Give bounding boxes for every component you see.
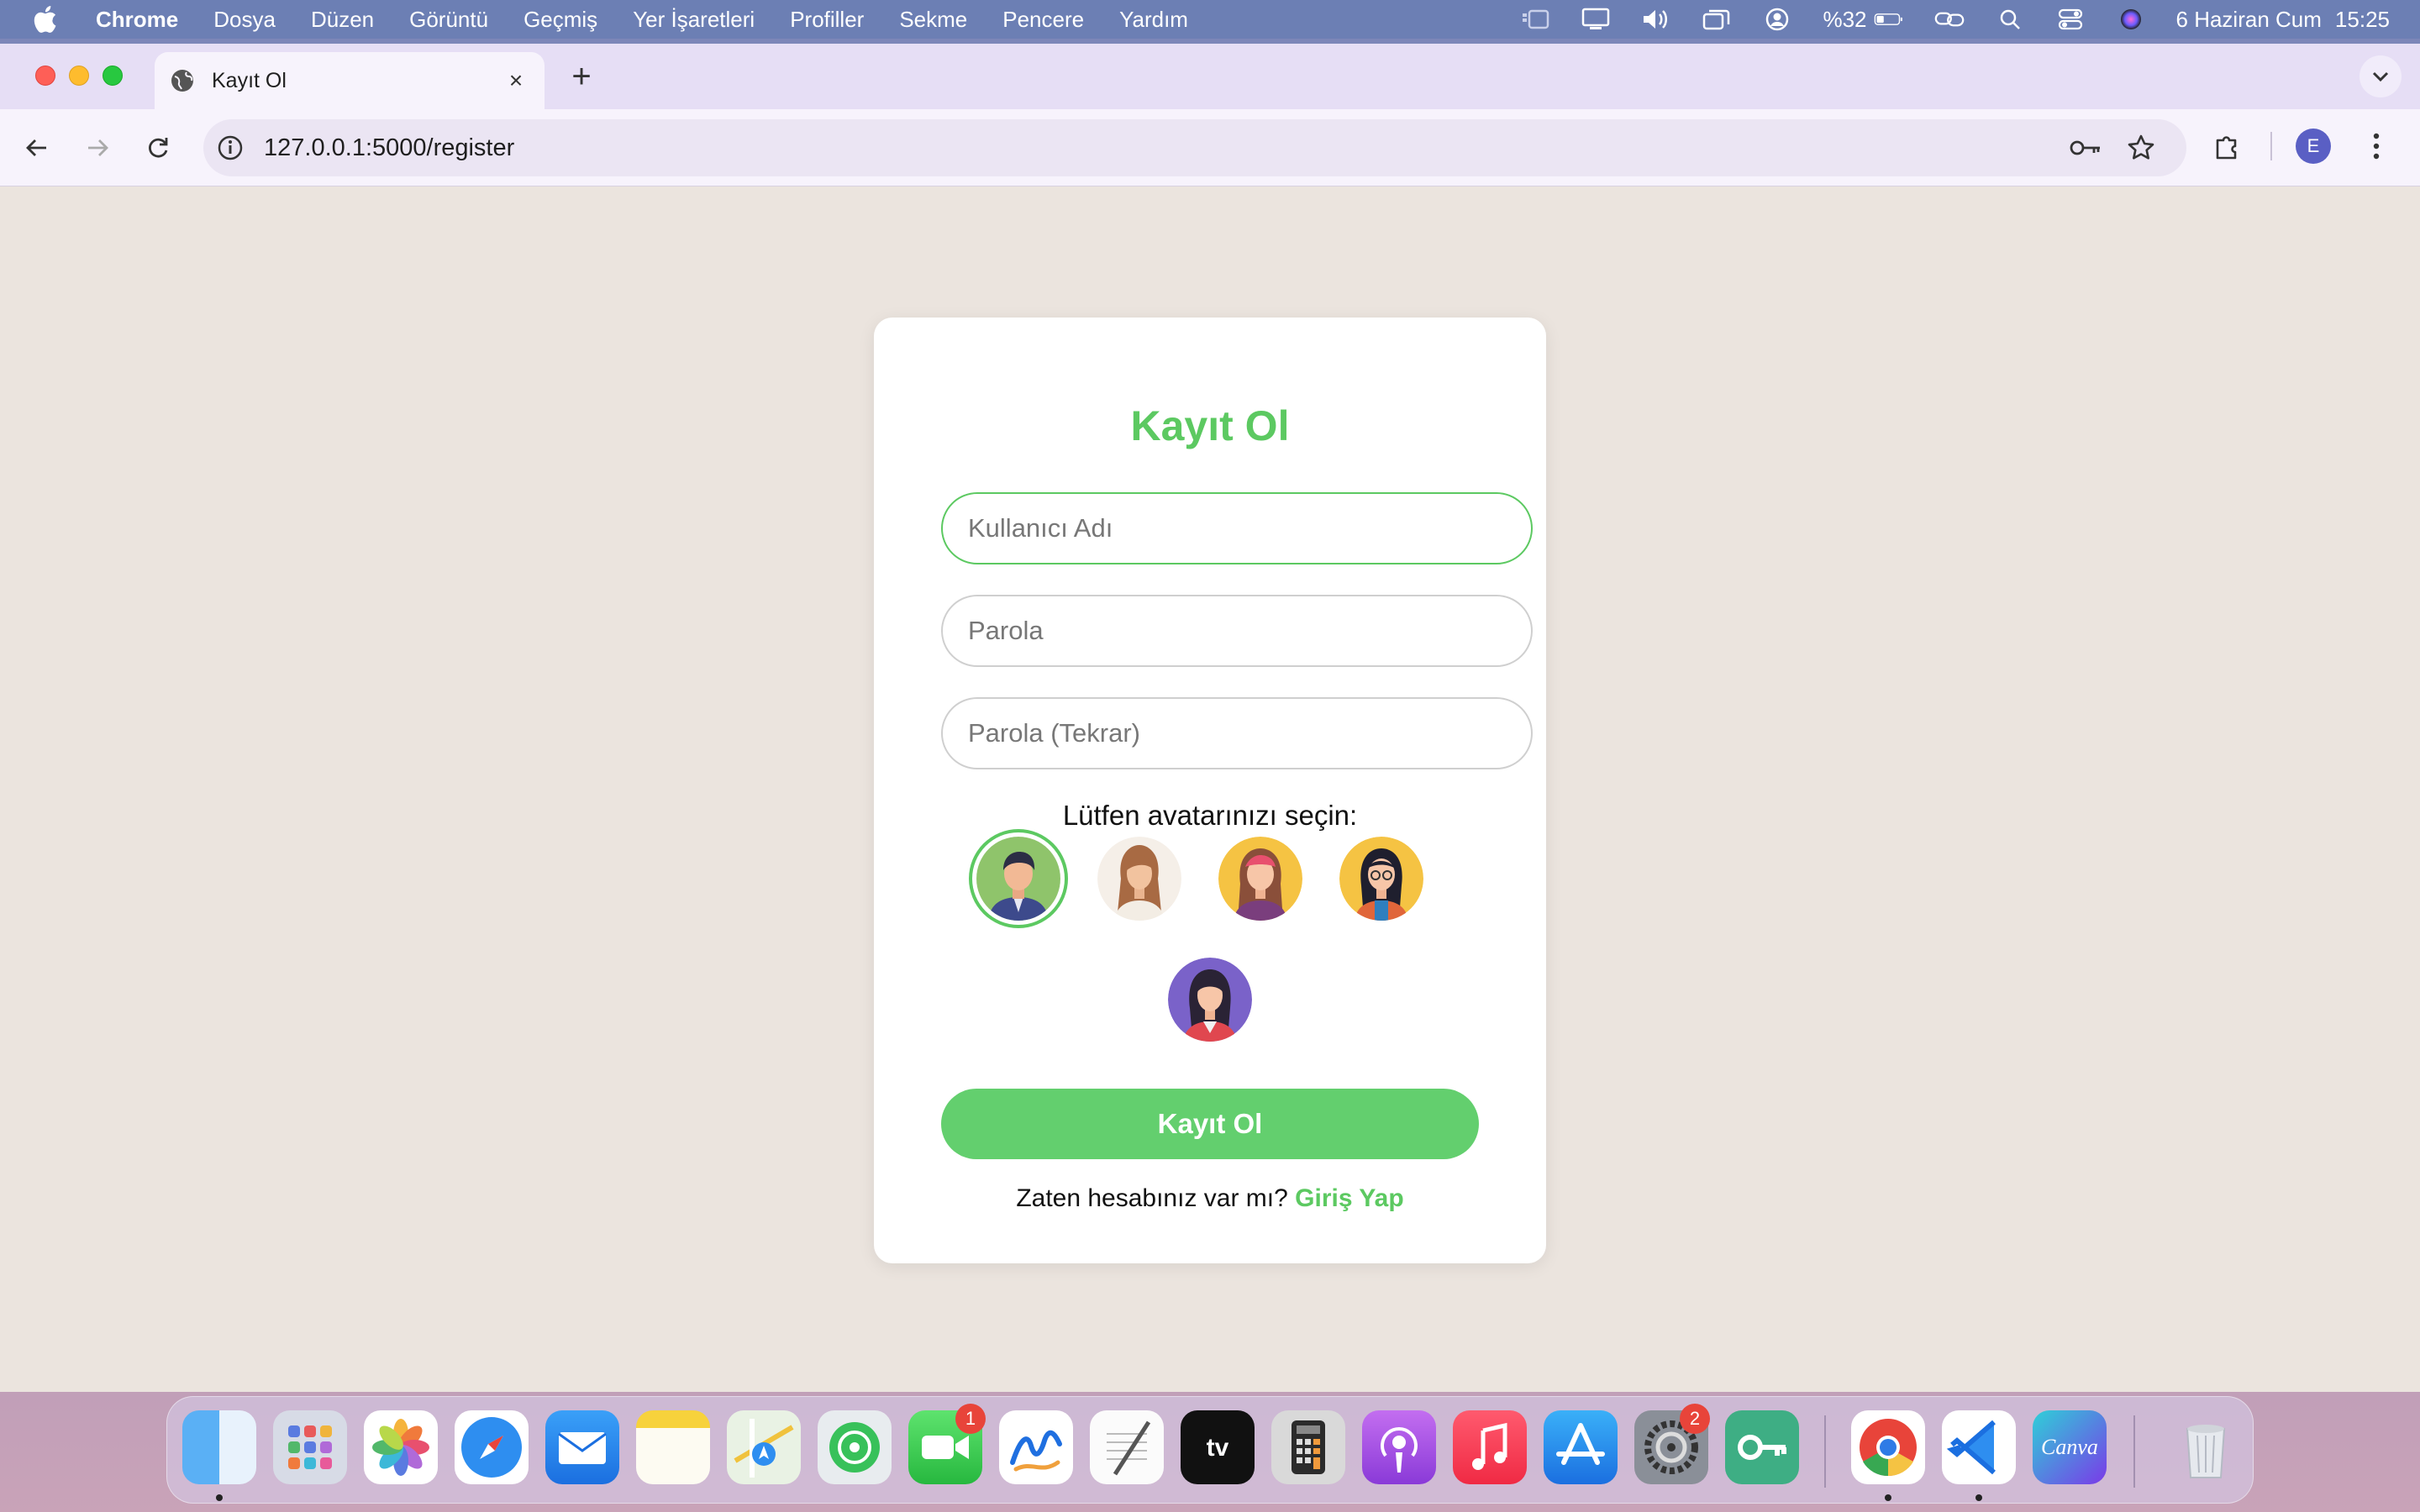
- display-icon[interactable]: [1581, 8, 1611, 31]
- user-account-icon[interactable]: [1762, 8, 1792, 31]
- avatar-option-1[interactable]: [976, 837, 1060, 921]
- avatar-option-4[interactable]: [1339, 837, 1423, 921]
- globe-icon: [170, 68, 195, 93]
- running-indicator: [216, 1494, 223, 1501]
- window-controls: [35, 66, 136, 86]
- battery-percent: %32: [1823, 6, 1867, 32]
- find-my-icon[interactable]: [818, 1410, 892, 1484]
- menu-file[interactable]: Dosya: [213, 7, 276, 33]
- svg-text:Canva: Canva: [2041, 1435, 2098, 1459]
- textedit-icon[interactable]: [1090, 1410, 1164, 1484]
- menu-profiles[interactable]: Profiller: [790, 7, 864, 33]
- browser-toolbar: 127.0.0.1:5000/register E: [0, 109, 2420, 186]
- back-arrow-icon[interactable]: [17, 128, 57, 168]
- volume-icon[interactable]: [1641, 8, 1671, 31]
- photos-icon[interactable]: [364, 1410, 438, 1484]
- tab-strip: Kayıt Ol × +: [0, 44, 2420, 109]
- battery-icon[interactable]: [1874, 8, 1904, 31]
- maps-icon[interactable]: [727, 1410, 801, 1484]
- menu-view[interactable]: Görüntü: [409, 7, 488, 33]
- avatar-option-5[interactable]: [1168, 958, 1252, 1042]
- password-repeat-input[interactable]: [941, 697, 1533, 769]
- finder-icon[interactable]: [182, 1410, 256, 1484]
- page-content: Kayıt Ol Lütfen avatarınızı seçin:: [0, 186, 2420, 1392]
- siri-icon[interactable]: [2116, 8, 2146, 31]
- bookmark-star-icon[interactable]: [2124, 131, 2158, 165]
- username-input[interactable]: [941, 492, 1533, 564]
- close-window-button[interactable]: [35, 66, 55, 86]
- zoom-window-button[interactable]: [103, 66, 123, 86]
- more-menu-icon[interactable]: [2356, 126, 2396, 166]
- profile-avatar[interactable]: E: [2296, 129, 2331, 164]
- browser-window: Kayıt Ol × + 127.0.0.1:5000/register E K…: [0, 44, 2420, 1392]
- minimize-window-button[interactable]: [69, 66, 89, 86]
- login-link[interactable]: Giriş Yap: [1295, 1184, 1404, 1212]
- tab-register[interactable]: Kayıt Ol ×: [155, 52, 544, 109]
- stage-manager-icon[interactable]: [1520, 8, 1550, 31]
- password-key-icon[interactable]: [2069, 131, 2102, 165]
- canva-icon[interactable]: Canva: [2033, 1410, 2107, 1484]
- forward-arrow-icon[interactable]: [77, 128, 118, 168]
- avatar-option-2[interactable]: [1097, 837, 1181, 921]
- dock-separator: [1824, 1415, 1826, 1488]
- apple-tv-icon[interactable]: tv: [1181, 1410, 1255, 1484]
- dock-separator: [2133, 1415, 2135, 1488]
- address-bar-actions: [2047, 131, 2158, 165]
- apple-menu-icon[interactable]: [32, 5, 72, 34]
- facetime-badge: 1: [955, 1404, 986, 1434]
- avatar-prompt: Lütfen avatarınızı seçin:: [1062, 800, 1358, 831]
- running-indicator: [1885, 1494, 1891, 1501]
- menu-bookmarks[interactable]: Yer İşaretleri: [633, 7, 755, 33]
- trash-icon[interactable]: [2169, 1410, 2243, 1484]
- register-submit-button[interactable]: Kayıt Ol: [941, 1089, 1479, 1159]
- app-store-icon[interactable]: [1544, 1410, 1618, 1484]
- new-tab-icon[interactable]: +: [565, 60, 598, 94]
- login-prompt-text: Zaten hesabınız var mı?: [1016, 1184, 1288, 1212]
- extensions-puzzle-icon[interactable]: [2207, 126, 2247, 166]
- spotlight-search-icon[interactable]: [1995, 8, 2025, 31]
- menu-app-name[interactable]: Chrome: [96, 7, 178, 33]
- settings-badge: 2: [1680, 1404, 1710, 1434]
- notes-icon[interactable]: [636, 1410, 710, 1484]
- freeform-icon[interactable]: [999, 1410, 1073, 1484]
- menu-tab[interactable]: Sekme: [899, 7, 967, 33]
- launchpad-icon[interactable]: [273, 1410, 347, 1484]
- tab-title: Kayıt Ol: [212, 68, 287, 92]
- avatar-option-3[interactable]: [1218, 837, 1302, 921]
- site-info-icon[interactable]: [215, 133, 245, 163]
- menu-help[interactable]: Yardım: [1119, 7, 1188, 33]
- menu-edit[interactable]: Düzen: [311, 7, 374, 33]
- password-input[interactable]: [941, 595, 1533, 667]
- toolbar-divider: [2270, 132, 2272, 160]
- vpn-key-icon[interactable]: [1725, 1410, 1799, 1484]
- control-center-icon[interactable]: [2055, 8, 2086, 31]
- safari-icon[interactable]: [455, 1410, 529, 1484]
- toolbar-right: E: [2207, 126, 2396, 166]
- menubar-date: 6 Haziran Cum: [2175, 6, 2322, 32]
- mail-icon[interactable]: [545, 1410, 619, 1484]
- svg-text:tv: tv: [1207, 1434, 1229, 1462]
- login-prompt-row: Zaten hesabınız var mı? Giriş Yap: [874, 1184, 1546, 1213]
- reload-icon[interactable]: [138, 128, 178, 168]
- menubar-time: 15:25: [2334, 6, 2390, 32]
- register-card: Kayıt Ol Lütfen avatarınızı seçin:: [874, 318, 1546, 1263]
- menubar-status-area: %32 6 Haziran Cum 15:25: [1490, 0, 2390, 39]
- window-switcher-icon[interactable]: [1702, 8, 1732, 31]
- close-tab-icon[interactable]: ×: [502, 67, 529, 94]
- menu-history[interactable]: Geçmiş: [523, 7, 597, 33]
- music-icon[interactable]: [1453, 1410, 1527, 1484]
- vscode-icon[interactable]: [1942, 1410, 2016, 1484]
- address-bar[interactable]: 127.0.0.1:5000/register: [203, 119, 2186, 176]
- tab-search-chevron-icon[interactable]: [2360, 55, 2402, 97]
- page-title: Kayıt Ol: [1130, 402, 1290, 449]
- link-icon[interactable]: [1934, 8, 1965, 31]
- menu-window[interactable]: Pencere: [1002, 7, 1084, 33]
- macos-dock: 1 tv 2 Canva: [166, 1396, 2254, 1504]
- chrome-icon[interactable]: [1851, 1410, 1925, 1484]
- running-indicator: [1975, 1494, 1982, 1501]
- macos-menu-bar: Chrome Dosya Düzen Görüntü Geçmiş Yer İş…: [0, 0, 2420, 39]
- calculator-icon[interactable]: [1271, 1410, 1345, 1484]
- url-text[interactable]: 127.0.0.1:5000/register: [264, 134, 514, 162]
- podcasts-icon[interactable]: [1362, 1410, 1436, 1484]
